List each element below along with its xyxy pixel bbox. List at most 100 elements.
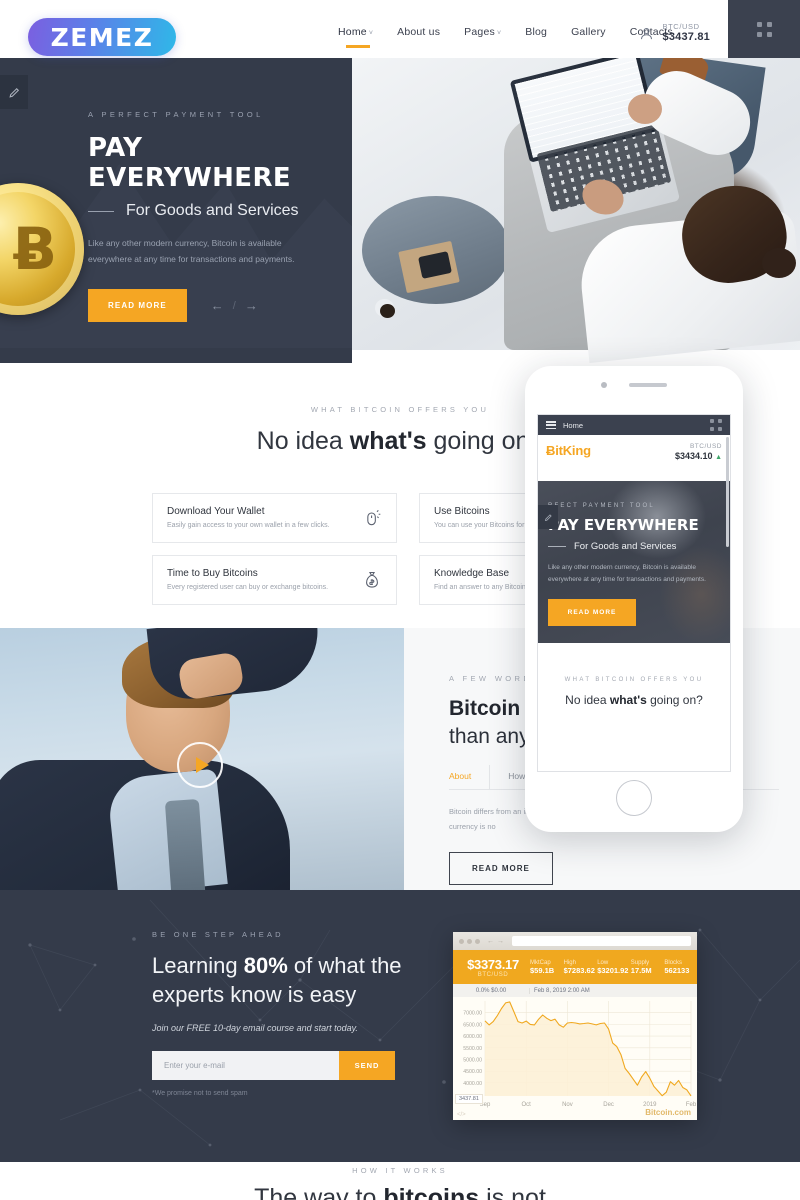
pencil-icon: [544, 513, 552, 521]
feature-title: Time to Buy Bitcoins: [167, 568, 258, 579]
hero-paragraph: Like any other modern currency, Bitcoin …: [88, 238, 295, 264]
hero-subtitle-row: For Goods and Services: [88, 202, 338, 220]
video-play-button[interactable]: [177, 742, 223, 788]
bitcoin-symbol: Ƀ: [546, 443, 556, 458]
tab-about[interactable]: About: [449, 765, 489, 789]
url-bar[interactable]: [512, 936, 691, 946]
phone-hero-eyebrow: RFECT PAYMENT TOOL: [548, 503, 655, 509]
hero-section: Ƀ A PERFECT PAYMENT TOOL PAY EVERYWHERE …: [0, 58, 800, 363]
bitcoin-symbol: Ƀ: [12, 215, 58, 283]
newsletter-title: Learning 80% of what the experts know is…: [152, 953, 402, 1008]
email-input[interactable]: [152, 1051, 339, 1081]
feature-title: Download Your Wallet: [167, 506, 265, 517]
header-right-tools: BTC/USD $3437.81: [639, 22, 710, 45]
chevron-down-icon: ˅: [368, 30, 374, 37]
bitcoin-price-widget: ← → $3373.17 BTC/USD MktCap $59.1B High $72…: [453, 932, 697, 1120]
widget-stat-supply: Supply 17.5M: [630, 959, 652, 975]
newsletter-content: BE ONE STEP AHEAD Learning 80% of what t…: [152, 930, 432, 1097]
divider-dash: [88, 210, 114, 212]
svg-text:5000.00: 5000.00: [463, 1057, 482, 1063]
current-price-badge: 3437.81: [455, 1094, 483, 1104]
chevron-down-icon: ˅: [496, 30, 502, 37]
widget-stats: MktCap $59.1B High $7283.62 Low $3201.92 Su…: [529, 960, 697, 975]
phone-hero-subtitle-row: For Goods and Services: [548, 541, 720, 552]
phone-edit-badge[interactable]: [538, 505, 558, 529]
phone-home-button[interactable]: [616, 780, 652, 816]
hero-title: PAY EVERYWHERE: [88, 133, 292, 193]
widget-brand: Bitcoin.com: [645, 1108, 691, 1117]
phone-top-hardware: [525, 382, 743, 388]
hamburger-icon[interactable]: [546, 421, 556, 429]
nav-item-home[interactable]: Home ˅: [338, 26, 373, 40]
feature-title: Use Bitcoins: [434, 506, 490, 517]
nav-item-about-us[interactable]: About us: [397, 26, 440, 40]
phone-hero: RFECT PAYMENT TOOL PAY EVERYWHERE For Go…: [538, 481, 730, 643]
phone-btc-rate: BTC/USD $3434.10 ▲: [675, 443, 722, 463]
svg-text:7000.00: 7000.00: [463, 1011, 482, 1017]
hero-eyebrow: A PERFECT PAYMENT TOOL: [88, 110, 264, 119]
feature-title: Knowledge Base: [434, 568, 510, 579]
widget-price-label: BTC/USD: [477, 971, 509, 978]
nav-item-pages[interactable]: Pages ˅: [464, 26, 501, 40]
earpiece-speaker: [629, 383, 667, 387]
widget-stat-low: Low $3201.92: [597, 959, 629, 975]
slider-next-arrow-icon[interactable]: →: [245, 298, 258, 313]
window-controls-icon: [459, 938, 480, 944]
hero-read-more-button[interactable]: READ MORE: [88, 289, 187, 323]
browser-nav-arrows[interactable]: ← →: [487, 938, 504, 945]
grid-menu-icon: [756, 21, 772, 37]
bitking-logo[interactable]: ɃitKing: [546, 443, 591, 458]
newsletter-paragraph: Join our FREE 10-day email course and st…: [152, 1023, 358, 1034]
browser-chrome-bar: ← →: [453, 932, 697, 950]
svg-text:6000.00: 6000.00: [463, 1034, 482, 1040]
phone-offers-eyebrow: WHAT BITCOIN OFFERS YOU: [564, 677, 704, 683]
widget-stat-mktcap: MktCap $59.1B: [530, 959, 555, 975]
price-chart-svg: 4000.00 4500.00 5000.00 5500.00 6000.00 6500.…: [463, 1001, 697, 1108]
phone-screen: Home ɃitKing BTC/USD $3434.10 ▲ RFECT PA…: [537, 414, 731, 772]
send-button[interactable]: SEND: [339, 1051, 395, 1081]
about-read-more-button[interactable]: READ MORE: [449, 852, 553, 886]
phone-read-more-button[interactable]: READ MORE: [548, 598, 636, 626]
forward-arrow-icon: →: [497, 937, 504, 945]
grid-menu-button[interactable]: [728, 0, 800, 58]
user-icon[interactable]: [639, 26, 654, 41]
widget-change: 0.0% $0.00: [475, 987, 507, 994]
active-nav-indicator: [346, 45, 370, 48]
feature-card[interactable]: Download Your Wallet Easily gain access …: [152, 493, 397, 543]
widget-stat-blocks: Blocks 562133: [664, 959, 690, 975]
svg-text:Oct: Oct: [522, 1102, 532, 1108]
widget-header: $3373.17 BTC/USD MktCap $59.1B High $7283.…: [453, 950, 697, 984]
phone-brand-bar: ɃitKing BTC/USD $3434.10 ▲: [538, 435, 730, 481]
phone-offers-title: No idea what's going on?: [565, 693, 703, 707]
nav-item-gallery[interactable]: Gallery: [571, 26, 606, 40]
phone-rate-label: BTC/USD: [689, 443, 722, 450]
feature-desc: Easily gain access to your own wallet in…: [167, 522, 330, 529]
phone-rate-value: $3434.10 ▲: [675, 451, 722, 462]
hero-edit-badge[interactable]: [0, 75, 28, 109]
phone-hero-subtitle: For Goods and Services: [574, 541, 677, 552]
front-camera-icon: [601, 382, 607, 388]
grid-menu-icon[interactable]: [710, 419, 722, 431]
nav-item-blog[interactable]: Blog: [525, 26, 547, 40]
svg-text:4000.00: 4000.00: [463, 1081, 482, 1087]
widget-timestamp: Feb 8, 2019 2:00 AM: [529, 987, 590, 994]
hero-content: A PERFECT PAYMENT TOOL PAY EVERYWHERE Fo…: [88, 110, 338, 323]
zemez-logo[interactable]: ZEMEZ: [28, 18, 176, 56]
phone-hero-title: PAY EVERYWHERE: [548, 516, 699, 534]
divider-dash: [548, 546, 566, 547]
spam-note: *We promise not to send spam: [152, 1090, 248, 1098]
phone-mockup: Home ɃitKing BTC/USD $3434.10 ▲ RFECT PA…: [525, 366, 743, 832]
feature-desc: Every registered user can buy or exchang…: [167, 584, 329, 591]
btc-rate-value: $3437.81: [662, 31, 710, 44]
phone-nav-home-label[interactable]: Home: [563, 421, 583, 430]
embed-code-icon[interactable]: </>: [457, 1112, 466, 1118]
btc-rate-block: BTC/USD $3437.81: [663, 22, 710, 45]
widget-stat-high: High $7283.62: [563, 959, 595, 975]
main-navigation: Home ˅ About us Pages ˅ Blog Gallery Conta…: [338, 26, 673, 40]
slider-prev-arrow-icon[interactable]: ←: [211, 298, 224, 313]
hero-cta-row: READ MORE ← / →: [88, 289, 338, 323]
site-header: ZEMEZ Home ˅ About us Pages ˅ Blog Gallery…: [0, 0, 800, 58]
feature-desc: You can use your Bitcoins for al: [434, 522, 532, 529]
slider-separator: /: [232, 299, 236, 312]
feature-card[interactable]: Time to Buy Bitcoins Every registered us…: [152, 555, 397, 605]
